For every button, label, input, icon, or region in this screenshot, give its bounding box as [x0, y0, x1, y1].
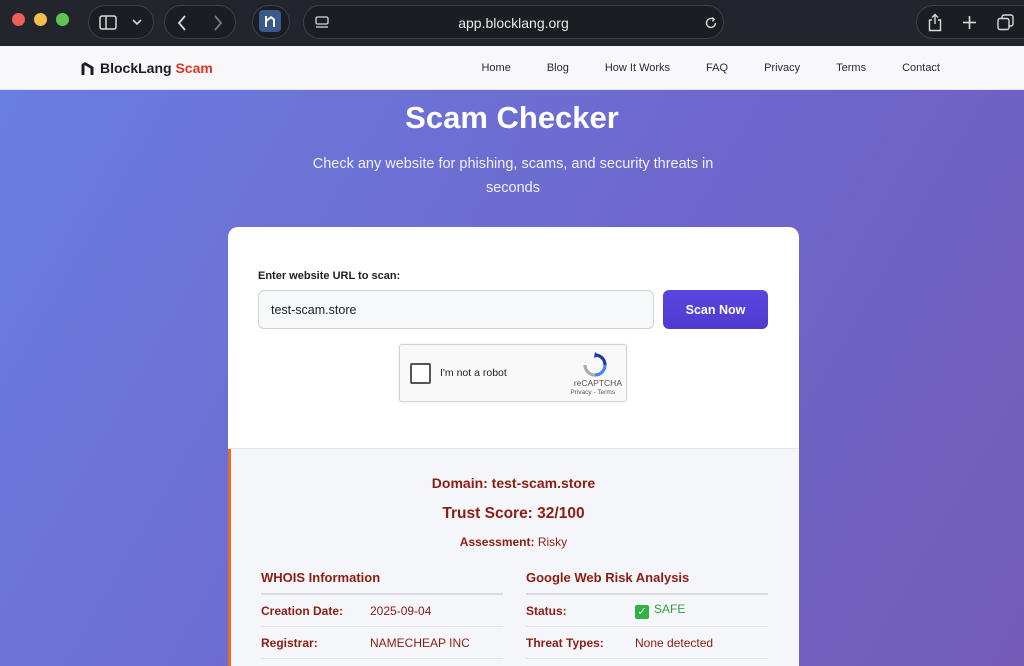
- browser-toolbar: app.blocklang.org: [0, 0, 1024, 46]
- scan-now-button[interactable]: Scan Now: [663, 290, 768, 329]
- status-safe: SAFE: [654, 602, 686, 616]
- page-title: Scam Checker: [405, 100, 619, 135]
- whois-title: WHOIS Information: [261, 570, 503, 595]
- site-navbar: BlockLang Scam Home Blog How It Works FA…: [0, 46, 1024, 90]
- row-value: 2025-09-04: [370, 603, 432, 618]
- page-subtitle: Check any website for phishing, scams, a…: [312, 156, 714, 196]
- whois-section: WHOIS Information Creation Date: 2025-09…: [261, 570, 503, 659]
- web-risk-section: Google Web Risk Analysis Status: ✓ SAFE T…: [526, 570, 768, 659]
- result-domain: Domain: test-scam.store: [431, 475, 596, 491]
- row-value: None detected: [635, 635, 714, 650]
- recaptcha-icon: [583, 352, 607, 377]
- assessment-value: Risky: [537, 535, 568, 549]
- table-row: Threat Types: None detected: [526, 627, 768, 659]
- sidebar-icon: [99, 15, 117, 30]
- back-icon[interactable]: [177, 15, 187, 31]
- row-key: Status:: [526, 603, 567, 618]
- trust-score: Trust Score: 32/100: [442, 505, 585, 522]
- nav-contact[interactable]: Contact: [902, 62, 940, 74]
- captcha-label: I'm not a robot: [440, 367, 507, 379]
- zoom-window-button[interactable]: [56, 13, 69, 26]
- new-tab-icon[interactable]: [962, 15, 977, 30]
- url-input[interactable]: [258, 290, 654, 329]
- url-text[interactable]: app.blocklang.org: [304, 15, 723, 31]
- scan-card: Enter website URL to scan: Scan Now I'm …: [228, 227, 799, 666]
- captcha-brand: reCAPTCHA: [573, 378, 622, 388]
- row-value: NAMECHEAP INC: [370, 635, 470, 650]
- brand-name: BlockLang: [100, 60, 172, 76]
- assessment: Assessment: Risky: [228, 535, 799, 549]
- nav-terms[interactable]: Terms: [836, 62, 866, 74]
- nav-blog[interactable]: Blog: [547, 62, 569, 74]
- captcha-links[interactable]: Privacy - Terms: [570, 389, 615, 396]
- site-logo[interactable]: BlockLang Scam: [81, 60, 213, 76]
- close-window-button[interactable]: [12, 13, 25, 26]
- forward-icon[interactable]: [213, 15, 223, 31]
- table-row: Creation Date: 2025-09-04: [261, 595, 503, 627]
- sidebar-toggle[interactable]: [88, 5, 154, 39]
- nav-how-it-works[interactable]: How It Works: [605, 62, 670, 74]
- row-key: Registrar:: [261, 635, 318, 650]
- main-nav: Home Blog How It Works FAQ Privacy Terms…: [445, 62, 940, 74]
- captcha-checkbox[interactable]: [410, 363, 431, 384]
- row-value: ✓ SAFE: [635, 602, 685, 619]
- site-favicon-icon: [259, 10, 281, 32]
- chevron-down-icon[interactable]: [132, 19, 142, 26]
- scan-results: Domain: test-scam.store Trust Score: 32/…: [228, 448, 799, 666]
- blocklang-logo-icon: [81, 62, 94, 75]
- recaptcha-widget: I'm not a robot reCAPTCHA Privacy - Term…: [399, 344, 627, 402]
- tab-overview-icon[interactable]: [997, 14, 1014, 31]
- table-row: Registrar: NAMECHEAP INC: [261, 627, 503, 659]
- share-icon[interactable]: [927, 13, 943, 32]
- assessment-label: Assessment:: [459, 535, 535, 549]
- minimize-window-button[interactable]: [34, 13, 47, 26]
- hero-section: Scam Checker Check any website for phish…: [0, 90, 1024, 666]
- nav-home[interactable]: Home: [481, 62, 510, 74]
- table-row: Status: ✓ SAFE: [526, 595, 768, 627]
- row-key: Threat Types:: [526, 635, 604, 650]
- url-field-label: Enter website URL to scan:: [258, 270, 401, 282]
- address-bar[interactable]: app.blocklang.org: [303, 5, 724, 39]
- nav-faq[interactable]: FAQ: [706, 62, 728, 74]
- nav-privacy[interactable]: Privacy: [764, 62, 800, 74]
- web-risk-title: Google Web Risk Analysis: [526, 570, 768, 595]
- history-nav: [164, 5, 236, 39]
- brand-accent: Scam: [175, 60, 213, 76]
- reload-icon[interactable]: [704, 16, 718, 30]
- check-icon: ✓: [635, 605, 649, 619]
- toolbar-actions: [916, 5, 1024, 39]
- row-key: Creation Date:: [261, 603, 344, 618]
